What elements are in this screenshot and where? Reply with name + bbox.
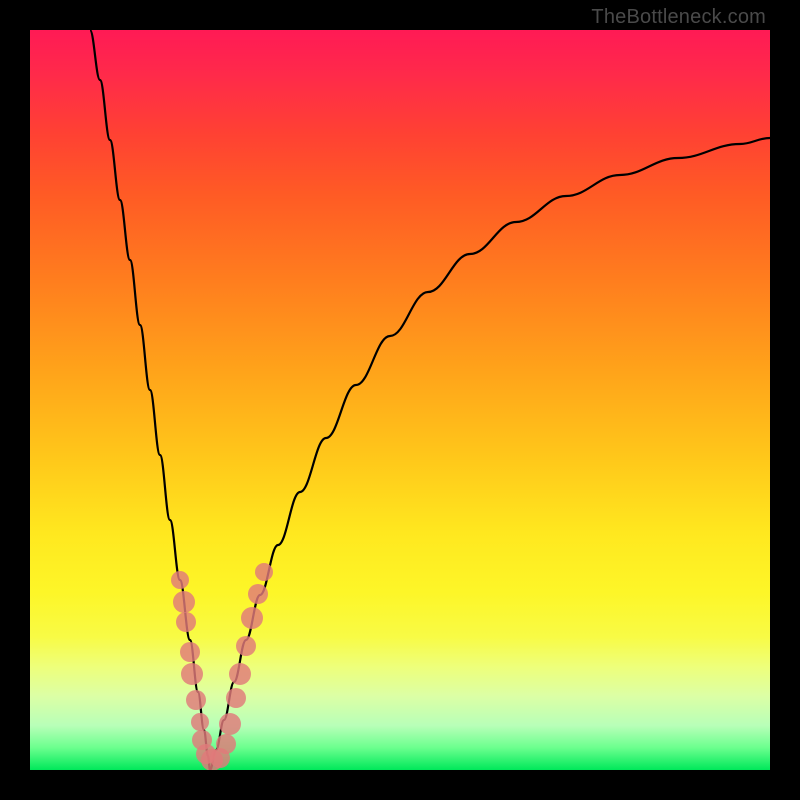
- data-point: [171, 571, 189, 589]
- data-point: [186, 690, 206, 710]
- data-point: [248, 584, 268, 604]
- chart-svg: [30, 30, 770, 770]
- data-point: [180, 642, 200, 662]
- right-curve-path: [210, 138, 770, 770]
- data-point: [241, 607, 263, 629]
- data-point: [219, 713, 241, 735]
- data-point: [226, 688, 246, 708]
- attribution-label: TheBottleneck.com: [591, 6, 766, 29]
- data-point: [255, 563, 273, 581]
- plot-area: [30, 30, 770, 770]
- data-point: [191, 713, 209, 731]
- scatter-layer: [171, 563, 273, 770]
- data-point: [229, 663, 251, 685]
- data-point: [236, 636, 256, 656]
- data-point: [216, 734, 236, 754]
- data-point: [176, 612, 196, 632]
- data-point: [181, 663, 203, 685]
- chart-frame: TheBottleneck.com: [0, 0, 800, 800]
- data-point: [173, 591, 195, 613]
